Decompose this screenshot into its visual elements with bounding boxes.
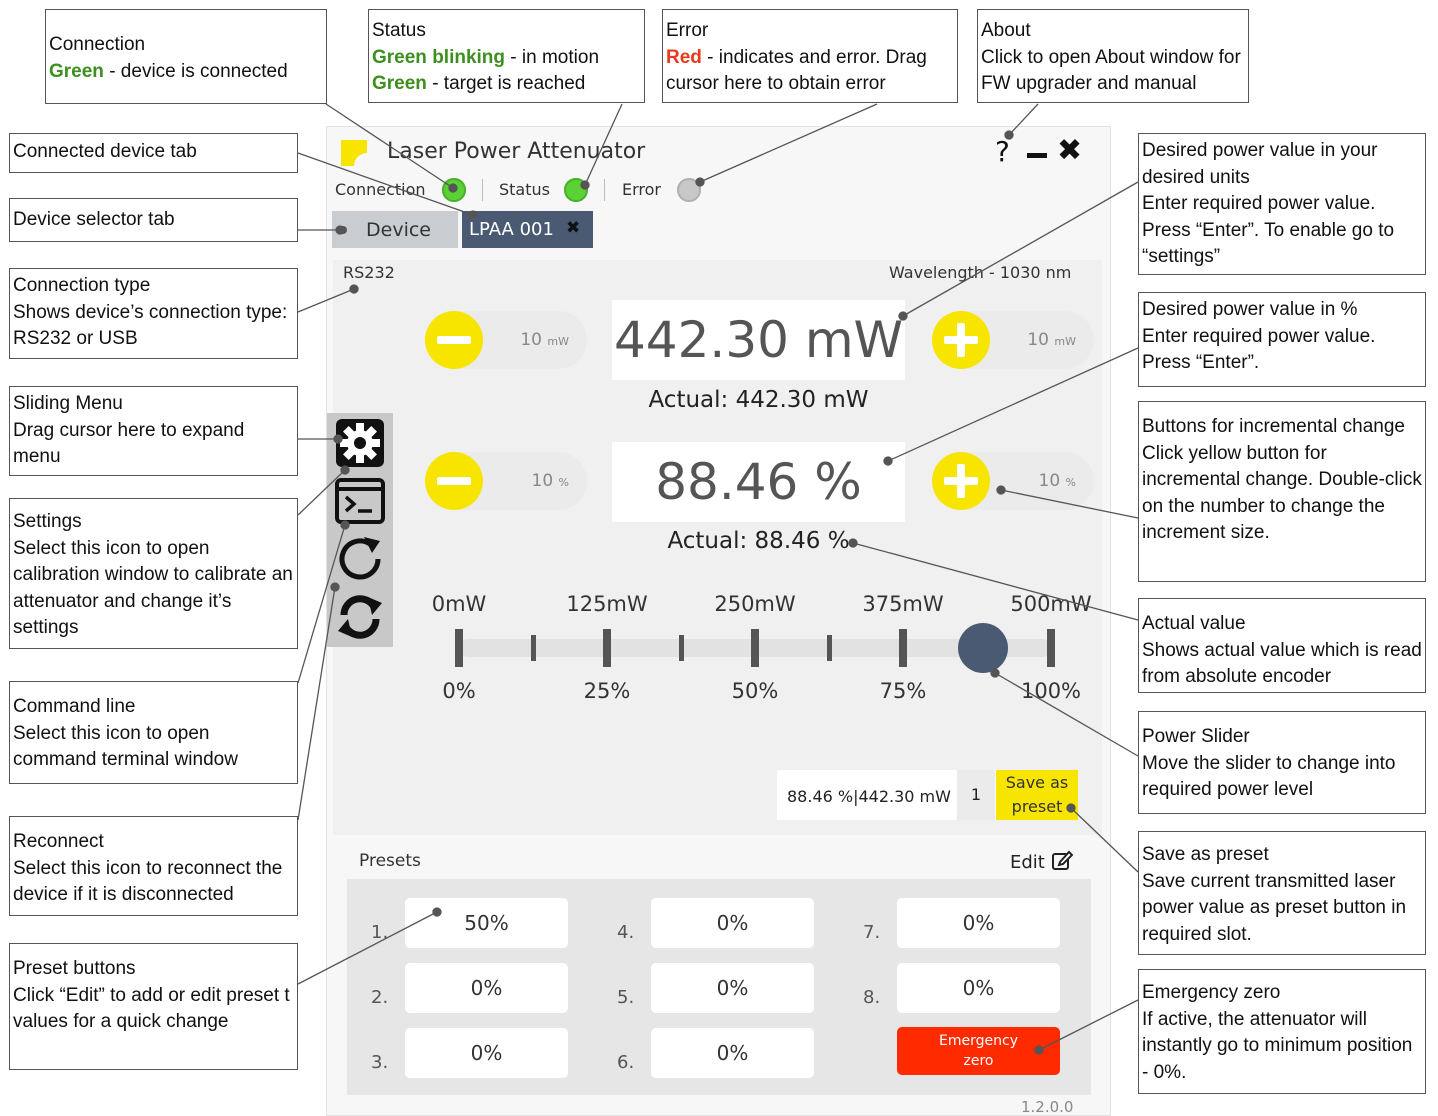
callout-desired-units: Desired power value in your desired unit…	[1138, 133, 1426, 275]
slider-minor-tick	[827, 635, 832, 661]
slider-major-tick	[751, 629, 759, 667]
power-minus-button[interactable]	[425, 311, 483, 369]
slider-bottom-label: 75%	[879, 679, 927, 703]
percent-plus-button[interactable]	[932, 452, 990, 510]
preset-number: 7.	[863, 922, 881, 943]
edit-icon	[1051, 850, 1074, 870]
percent-minus-button[interactable]	[425, 452, 483, 510]
callout-settings: Settings Select this icon to open calibr…	[9, 498, 298, 649]
emergency-zero-button[interactable]: Emergency zero	[897, 1027, 1060, 1075]
callout-save-preset: Save as preset Save current transmitted …	[1138, 831, 1426, 955]
error-indicator[interactable]	[677, 178, 701, 202]
percent-value-input[interactable]: 88.46 %	[612, 442, 905, 522]
divider	[482, 179, 483, 201]
wavelength: Wavelength - 1030 nm	[889, 263, 1072, 282]
callout-about: About Click to open About window for FW …	[977, 9, 1249, 103]
preset-number: 8.	[863, 987, 881, 1008]
preset-button[interactable]: 0%	[405, 963, 568, 1013]
preset-number: 5.	[617, 987, 635, 1008]
reconnect-icon[interactable]	[334, 533, 386, 585]
slider-minor-tick	[531, 635, 536, 661]
tab-device-label: Device	[366, 219, 431, 241]
slider-bottom-label: 50%	[731, 679, 779, 703]
slider-top-label: 0mW	[431, 592, 487, 616]
preset-number: 3.	[371, 1052, 389, 1073]
preset-button[interactable]: 0%	[651, 963, 814, 1013]
callout-emergency: Emergency zero If active, the attenuator…	[1138, 969, 1426, 1094]
callout-connection-type: Connection type Shows device’s connectio…	[9, 268, 298, 359]
callout-preset-buttons: Preset buttons Click “Edit” to add or ed…	[9, 943, 298, 1070]
divider	[604, 179, 605, 201]
preset-number: 1.	[371, 922, 389, 943]
preset-button[interactable]: 50%	[405, 898, 568, 948]
slider-top-label: 250mW	[714, 592, 796, 616]
power-value-input[interactable]: 442.30 mW	[612, 300, 905, 380]
tab-device-selector[interactable]: Device	[332, 211, 458, 248]
power-actual: Actual: 442.30 mW	[648, 387, 869, 413]
slider-top-label: 375mW	[862, 592, 944, 616]
callout-connection: Connection Green - device is connected	[45, 9, 327, 104]
slider-major-tick	[899, 629, 907, 667]
preset-button[interactable]: 0%	[651, 898, 814, 948]
presets-edit-button[interactable]: Edit	[1010, 849, 1074, 873]
slider-knob[interactable]	[957, 623, 1008, 673]
callout-error: Error Red - indicates and error. Drag cu…	[662, 9, 958, 103]
slider-major-tick	[455, 629, 463, 667]
slider-major-tick	[603, 629, 611, 667]
edit-label: Edit	[1010, 852, 1045, 873]
status-label: Status	[499, 180, 550, 199]
app-title: Laser Power Attenuator	[387, 139, 646, 164]
callout-connected-tab: Connected device tab	[9, 133, 298, 173]
app-logo	[341, 140, 367, 166]
callout-desired-pct: Desired power value in % Enter required …	[1138, 292, 1426, 387]
save-as-preset-button[interactable]: Save as preset	[996, 770, 1078, 820]
slider-major-tick	[1047, 629, 1055, 667]
tab-dot-icon	[339, 226, 347, 234]
slider-top-label: 500mW	[1010, 592, 1092, 616]
callout-selector-tab: Device selector tab	[9, 198, 298, 242]
minimize-icon[interactable]	[1027, 153, 1047, 158]
sync-icon[interactable]	[334, 591, 386, 643]
callout-reconnect: Reconnect Select this icon to reconnect …	[9, 816, 298, 916]
tab-connected-device[interactable]: LPAA 001 ✖	[462, 211, 593, 248]
presets-title: Presets	[359, 851, 421, 871]
current-readout: 88.46 %|442.30 mW	[787, 787, 951, 806]
power-plus-button[interactable]	[932, 311, 990, 369]
slider-bottom-label: 100%	[1020, 679, 1082, 703]
preset-slot-input[interactable]: 1	[957, 770, 995, 820]
percent-actual: Actual: 88.46 %	[667, 528, 850, 554]
slider-top-label: 125mW	[566, 592, 648, 616]
status-indicator	[564, 178, 588, 202]
callout-sliding-menu: Sliding Menu Drag cursor here to expand …	[9, 386, 298, 476]
slider-bottom-label: 25%	[583, 679, 631, 703]
callout-status: Status Green blinking - in motion Green …	[368, 9, 645, 103]
preset-button[interactable]: 0%	[651, 1028, 814, 1078]
preset-number: 2.	[371, 987, 389, 1008]
command-line-icon[interactable]	[334, 477, 386, 525]
preset-button[interactable]: 0%	[897, 963, 1060, 1013]
preset-number: 4.	[617, 922, 635, 943]
power-slider[interactable]: 0mW 0% 125mW 25% 250mW 50% 375mW 75% 500mW 100%	[327, 587, 1112, 707]
app-window: Laser Power Attenuator ? ✖ Connection St…	[326, 126, 1111, 1116]
tab-connected-label: LPAA 001	[469, 219, 554, 240]
callout-incremental: Buttons for incremental change Click yel…	[1138, 401, 1426, 582]
error-label: Error	[622, 180, 661, 199]
settings-gear-icon[interactable]	[334, 417, 386, 469]
callout-actual: Actual value Shows actual value which is…	[1138, 598, 1426, 693]
connection-label: Connection	[335, 180, 426, 199]
connection-indicator	[442, 178, 466, 202]
callout-slider: Power Slider Move the slider to change i…	[1138, 711, 1426, 814]
version: 1.2.0.0	[1021, 1098, 1074, 1116]
slider-bottom-label: 0%	[442, 679, 476, 703]
tab-close-icon[interactable]: ✖	[566, 218, 580, 238]
close-icon[interactable]: ✖	[1057, 133, 1082, 168]
preset-button[interactable]: 0%	[405, 1028, 568, 1078]
preset-number: 6.	[617, 1052, 635, 1073]
callout-command-line: Command line Select this icon to open co…	[9, 681, 298, 784]
preset-button[interactable]: 0%	[897, 898, 1060, 948]
connection-type: RS232	[343, 263, 395, 282]
slider-minor-tick	[679, 635, 684, 661]
about-button[interactable]: ?	[995, 135, 1010, 168]
